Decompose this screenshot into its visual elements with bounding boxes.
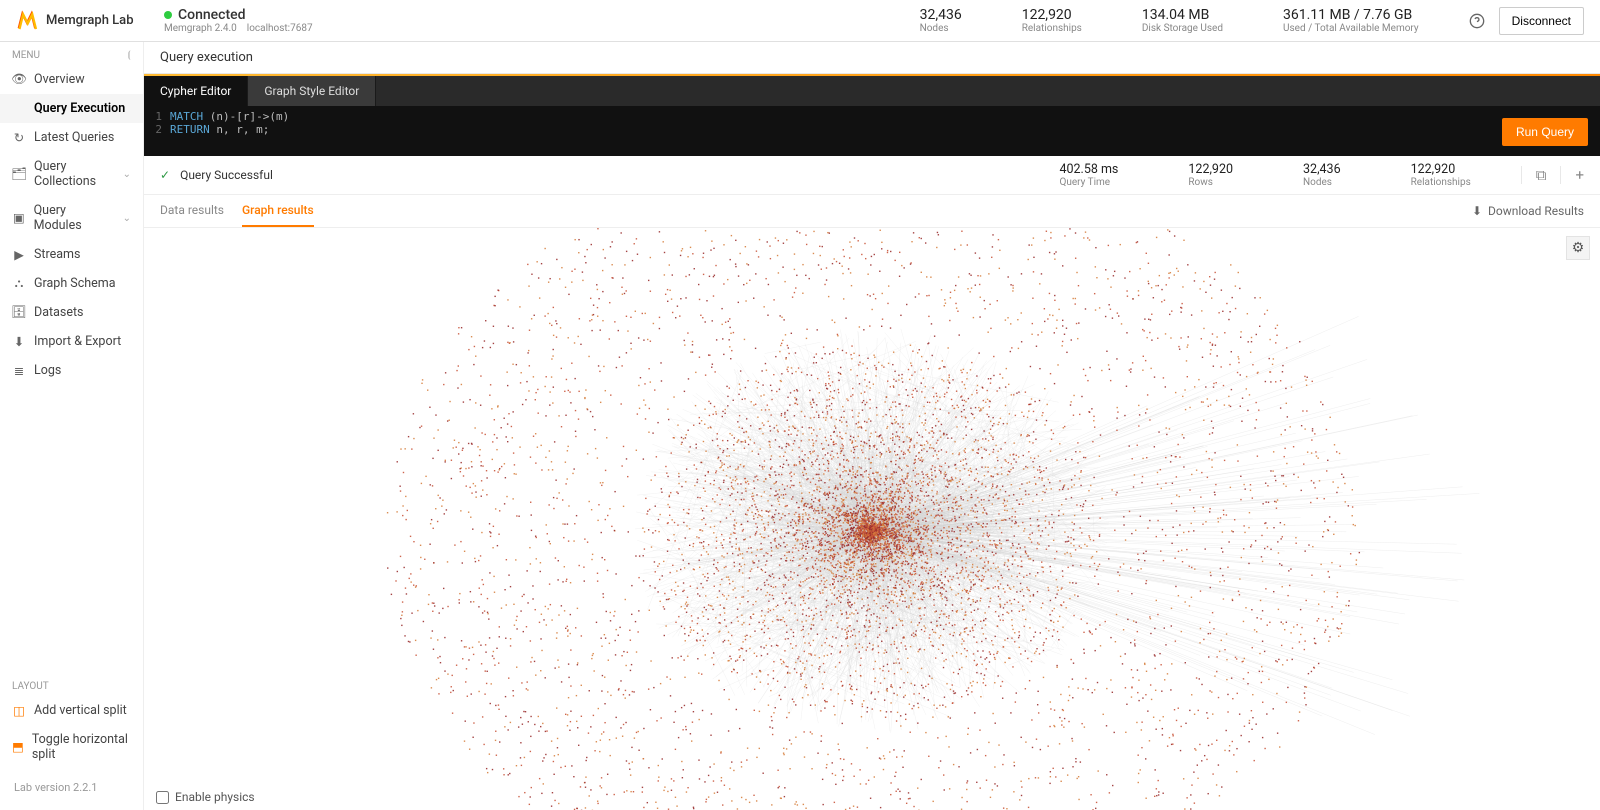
eye-icon: 👁 [12,73,26,87]
code-editor[interactable]: 12 MATCH (n)-[r]->(m) RETURN n, r, m; Ru… [144,106,1600,156]
tab-graph-style-editor[interactable]: Graph Style Editor [248,76,376,106]
run-query-button[interactable]: Run Query [1502,118,1588,146]
layout-section-label: LAYOUT [0,673,143,696]
check-icon: ✓ [160,168,170,182]
sidebar: MENU ⦗ 👁 Overview Query Execution ↻ Latest Q… [0,42,144,810]
split-h-icon: ⬒ [12,740,24,754]
sidebar-item-streams[interactable]: ▶ Streams [0,240,143,269]
tab-graph-results[interactable]: Graph results [242,195,314,227]
enable-physics-checkbox[interactable] [156,791,169,804]
top-bar: Memgraph Lab Connected Memgraph 2.4.0 loc… [0,0,1600,42]
sidebar-item-query-collections[interactable]: 🗂 Query Collections ⌄ [0,152,143,196]
layout-item-add-vertical-split[interactable]: ◫ Add vertical split [0,696,143,725]
enable-physics-toggle[interactable]: Enable physics [156,790,255,804]
connection-status: Connected Memgraph 2.4.0 localhost:7687 [164,7,313,34]
download-icon: ⬇ [12,335,26,349]
db-host: localhost:7687 [247,23,313,34]
status-text: Connected [178,7,246,23]
query-status-text: Query Successful [180,168,273,182]
copy-icon[interactable]: ⧉ [1521,166,1547,184]
sidebar-item-datasets[interactable]: 🗄 Datasets [0,298,143,327]
tab-cypher-editor[interactable]: Cypher Editor [144,76,248,106]
editor-tabs: Cypher Editor Graph Style Editor [144,76,1600,106]
sidebar-item-label: Graph Schema [34,276,116,291]
sidebar-item-label: Overview [34,72,85,87]
download-icon: ⬇ [1472,204,1482,218]
disconnect-button[interactable]: Disconnect [1499,7,1584,35]
status-dot-icon [164,11,172,19]
lab-version: Lab version 2.2.1 [0,775,143,800]
code-icon [12,102,26,116]
layout-item-label: Add vertical split [34,703,127,718]
metric-query-time: 402.58 msQuery Time [1059,162,1118,188]
folder-icon: 🗂 [12,167,26,181]
collapse-sidebar-icon[interactable]: ⦗ [128,50,131,61]
sidebar-item-label: Datasets [34,305,84,320]
main-panel: Query execution Cypher Editor Graph Styl… [144,42,1600,810]
result-tabs: Data results Graph results ⬇ Download Re… [144,195,1600,228]
stat-nodes: 32,436Nodes [920,7,962,34]
metric-nodes: 32,436Nodes [1303,162,1341,188]
menu-section-label: MENU ⦗ [0,42,143,65]
schema-icon: ⛬ [12,277,26,291]
stat-relationships: 122,920Relationships [1022,7,1082,34]
sidebar-item-label: Latest Queries [34,130,114,145]
metric-relationships: 122,920Relationships [1411,162,1471,188]
dataset-icon: 🗄 [12,306,26,320]
db-version: Memgraph 2.4.0 [164,23,237,34]
chevron-down-icon: ⌄ [123,213,131,224]
split-v-icon: ◫ [12,704,26,718]
graph-settings-icon[interactable]: ⚙ [1566,236,1590,260]
enable-physics-label: Enable physics [175,790,255,804]
stat-disk: 134.04 MBDisk Storage Used [1142,7,1223,34]
sidebar-item-import-export[interactable]: ⬇ Import & Export [0,327,143,356]
stat-memory: 361.11 MB / 7.76 GBUsed / Total Availabl… [1283,7,1419,34]
sidebar-item-query-execution[interactable]: Query Execution [0,94,143,123]
metric-rows: 122,920Rows [1188,162,1233,188]
list-icon: ≣ [12,364,26,378]
sidebar-item-latest-queries[interactable]: ↻ Latest Queries [0,123,143,152]
sidebar-item-label: Query Execution [34,101,125,116]
history-icon: ↻ [12,131,26,145]
app-name: Memgraph Lab [46,13,134,28]
download-results-button[interactable]: ⬇ Download Results [1472,204,1584,218]
tab-data-results[interactable]: Data results [160,195,224,227]
sidebar-item-label: Import & Export [34,334,121,349]
page-title: Query execution [144,42,1600,74]
top-stats: 32,436Nodes 122,920Relationships 134.04 … [920,7,1419,34]
play-icon: ▶ [12,248,26,262]
sidebar-item-label: Logs [34,363,61,378]
module-icon: ▣ [12,211,26,225]
layout-item-label: Toggle horizontal split [32,732,131,762]
sidebar-item-logs[interactable]: ≣ Logs [0,356,143,385]
sidebar-item-query-modules[interactable]: ▣ Query Modules ⌄ [0,196,143,240]
app-logo: Memgraph Lab [16,10,144,32]
sidebar-item-label: Query Collections [34,159,115,189]
graph-canvas[interactable] [144,228,1600,810]
chevron-down-icon: ⌄ [123,169,131,180]
sidebar-item-graph-schema[interactable]: ⛬ Graph Schema [0,269,143,298]
graph-view[interactable]: ⚙ Enable physics [144,228,1600,810]
sidebar-item-label: Query Modules [34,203,115,233]
memgraph-icon [16,10,38,32]
add-icon[interactable]: + [1560,166,1584,184]
query-status-bar: ✓ Query Successful 402.58 msQuery Time 1… [144,156,1600,195]
help-icon[interactable] [1469,13,1485,29]
sidebar-item-label: Streams [34,247,80,262]
sidebar-item-overview[interactable]: 👁 Overview [0,65,143,94]
layout-item-toggle-horizontal-split[interactable]: ⬒ Toggle horizontal split [0,725,143,769]
